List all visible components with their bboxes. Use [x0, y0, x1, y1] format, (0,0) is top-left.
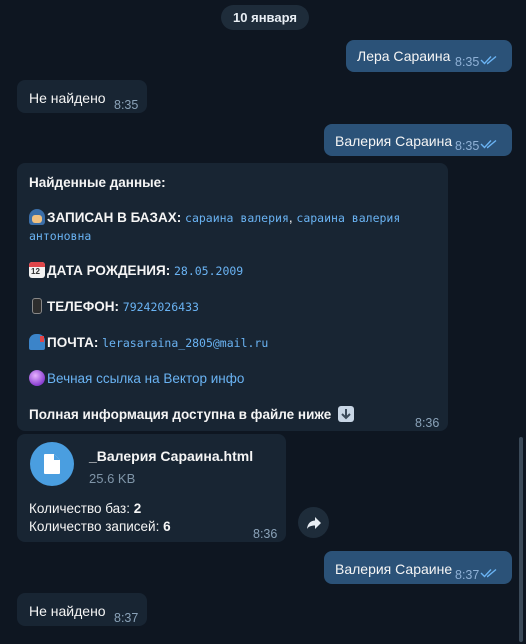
bases-count-line: Количество баз: 2 [29, 500, 141, 518]
search-result-message[interactable]: Найденные данные: ЗАПИСАН В БАЗАХ: сараи… [17, 163, 448, 431]
calendar-emoji-number: 12 [31, 267, 40, 276]
message-time: 8:35 [455, 55, 480, 69]
email-value[interactable]: lerasaraina_2805@mail.ru [102, 336, 268, 350]
result-header: Найденные данные: [29, 175, 166, 190]
file-size: 25.6 KB [89, 471, 136, 486]
phone-label: ТЕЛЕФОН: [47, 299, 119, 314]
message-time: 8:37 [455, 568, 480, 582]
message-text: Не найдено [29, 603, 106, 619]
email-label: ПОЧТА: [47, 335, 99, 350]
footer-line: Полная информация доступна в файле ниже [29, 406, 356, 424]
outgoing-message[interactable]: Валерия Сараина 8:35 [324, 124, 512, 156]
date-separator-text: 10 января [233, 10, 297, 25]
link-line: Вечная ссылка на Вектор инфо [29, 370, 244, 388]
phone-line: ТЕЛЕФОН: 79242026433 [29, 298, 199, 316]
message-time: 8:37 [114, 611, 139, 625]
message-text: Не найдено [29, 90, 106, 106]
mailbox-emoji [29, 334, 45, 350]
bases-line: ЗАПИСАН В БАЗАХ: сараина валерия, сараин… [29, 209, 400, 227]
bases-line-cont: антоновна [29, 227, 91, 245]
double-check-icon [480, 568, 497, 578]
scrollbar[interactable] [519, 437, 523, 642]
double-check-icon [480, 55, 497, 65]
bases-count-label: Количество баз: [29, 501, 130, 516]
message-time: 8:36 [415, 416, 440, 430]
file-name[interactable]: _Валерия Сараина.html [89, 447, 253, 465]
mobile-phone-emoji [32, 298, 42, 314]
phone-value[interactable]: 79242026433 [123, 300, 199, 314]
dob-label: ДАТА РОЖДЕНИЯ: [47, 263, 171, 278]
dob-value[interactable]: 28.05.2009 [174, 264, 243, 278]
chat-area: 10 января Лера Сараина 8:35 Не найдено 8… [0, 0, 526, 644]
double-check-icon [480, 139, 497, 149]
date-separator: 10 января [221, 5, 309, 30]
outgoing-message[interactable]: Лера Сараина 8:35 [346, 40, 512, 72]
incoming-message[interactable]: Не найдено 8:37 [17, 593, 147, 626]
incoming-message[interactable]: Не найдено 8:35 [17, 80, 147, 113]
message-text: Валерия Сараине [335, 561, 453, 577]
message-time: 8:35 [114, 98, 139, 112]
forward-button[interactable] [298, 507, 329, 538]
bases-value[interactable]: сараина валерия [296, 211, 400, 225]
records-count-label: Количество записей: [29, 519, 160, 534]
down-arrow-emoji [338, 406, 355, 422]
message-time: 8:36 [253, 527, 278, 541]
records-count-line: Количество записей: 6 [29, 518, 171, 536]
outgoing-message[interactable]: Валерия Сараине 8:37 [324, 551, 512, 584]
footer-text: Полная информация доступна в файле ниже [29, 407, 332, 422]
email-line: ПОЧТА: lerasaraina_2805@mail.ru [29, 334, 268, 352]
records-count-value: 6 [163, 519, 171, 534]
bases-count-value: 2 [133, 501, 142, 516]
bases-value[interactable]: сараина валерия [185, 211, 289, 225]
message-text: Лера Сараина [357, 48, 451, 64]
dob-line: 12 ДАТА РОЖДЕНИЯ: 28.05.2009 [29, 262, 243, 280]
calendar-emoji: 12 [29, 262, 45, 278]
police-officer-emoji [29, 209, 45, 225]
message-text: Валерия Сараина [335, 133, 453, 149]
bases-value[interactable]: антоновна [29, 229, 91, 243]
file-message[interactable]: _Валерия Сараина.html 25.6 KB Количество… [17, 434, 286, 542]
bases-label: ЗАПИСАН В БАЗАХ: [47, 210, 182, 225]
forward-icon [306, 516, 321, 529]
vector-info-link[interactable]: Вечная ссылка на Вектор инфо [47, 371, 244, 386]
file-icon[interactable] [30, 442, 74, 486]
crystal-ball-emoji [29, 370, 45, 386]
bases-separator: , [288, 210, 293, 225]
message-time: 8:35 [455, 139, 480, 153]
